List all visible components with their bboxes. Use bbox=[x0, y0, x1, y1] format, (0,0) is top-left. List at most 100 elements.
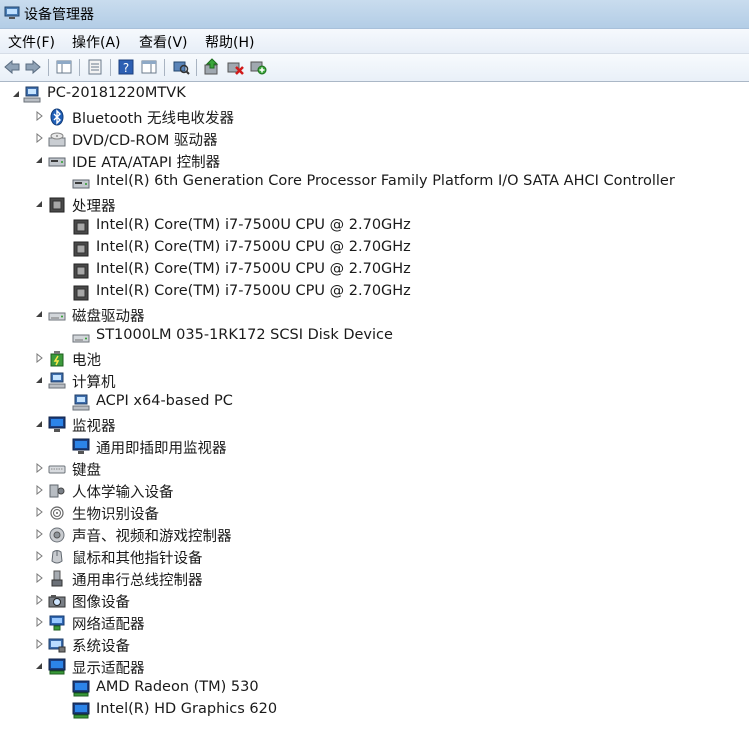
tree-category[interactable]: 计算机 bbox=[0, 370, 740, 392]
toolbar-separator bbox=[196, 59, 197, 76]
device-tree: PC-20181220MTVK Bluetooth 无线电收发器 DVD/CD-RO… bbox=[0, 84, 749, 734]
expanded-triangle-icon[interactable] bbox=[34, 419, 44, 429]
collapsed-triangle-icon[interactable] bbox=[34, 111, 44, 121]
tree-device[interactable]: Intel(R) HD Graphics 620 bbox=[0, 700, 740, 722]
tree-item-label: 计算机 bbox=[72, 375, 116, 391]
collapsed-triangle-icon[interactable] bbox=[34, 639, 44, 649]
collapsed-triangle-icon[interactable] bbox=[34, 507, 44, 517]
tree-category[interactable]: 鼠标和其他指针设备 bbox=[0, 546, 740, 568]
battery-icon bbox=[50, 351, 64, 367]
tree-device[interactable]: AMD Radeon (TM) 530 bbox=[0, 678, 740, 700]
tree-item-label: 显示适配器 bbox=[72, 661, 145, 677]
tree-category[interactable]: 监视器 bbox=[0, 414, 740, 436]
processor-icon bbox=[73, 241, 89, 257]
collapsed-triangle-icon[interactable] bbox=[34, 551, 44, 561]
expanded-triangle-icon[interactable] bbox=[34, 309, 44, 319]
collapsed-triangle-icon[interactable] bbox=[34, 133, 44, 143]
tree-category[interactable]: 网络适配器 bbox=[0, 612, 740, 634]
properties-button[interactable] bbox=[86, 58, 104, 76]
toolbar-separator bbox=[164, 59, 165, 76]
system-device-icon bbox=[48, 638, 66, 653]
expanded-triangle-icon[interactable] bbox=[11, 89, 21, 99]
collapsed-triangle-icon[interactable] bbox=[34, 353, 44, 363]
uninstall-device-button[interactable] bbox=[226, 58, 244, 76]
tree-device[interactable]: ST1000LM 035-1RK172 SCSI Disk Device bbox=[0, 326, 740, 348]
show-hide-console-tree-button[interactable] bbox=[55, 58, 73, 76]
dvd-drive-icon bbox=[48, 132, 66, 147]
monitor-icon bbox=[48, 416, 66, 432]
tree-item-label: 系统设备 bbox=[72, 639, 130, 655]
tree-device[interactable]: Intel(R) Core(TM) i7-7500U CPU @ 2.70GHz bbox=[0, 260, 740, 282]
collapsed-triangle-icon[interactable] bbox=[34, 463, 44, 473]
collapsed-triangle-icon[interactable] bbox=[34, 595, 44, 605]
action-pane-button[interactable] bbox=[140, 58, 158, 76]
tree-item-label: Intel(R) 6th Generation Core Processor F… bbox=[96, 173, 675, 189]
collapsed-triangle-icon[interactable] bbox=[34, 485, 44, 495]
display-adapter-icon bbox=[48, 658, 66, 675]
tree-item-label: 键盘 bbox=[72, 463, 101, 479]
computer-icon bbox=[48, 372, 66, 389]
collapsed-triangle-icon[interactable] bbox=[34, 617, 44, 627]
back-button[interactable] bbox=[3, 58, 21, 76]
tree-category[interactable]: 电池 bbox=[0, 348, 740, 370]
tree-category[interactable]: IDE ATA/ATAPI 控制器 bbox=[0, 150, 740, 172]
tree-device[interactable]: Intel(R) 6th Generation Core Processor F… bbox=[0, 172, 740, 194]
display-adapter-icon bbox=[72, 702, 90, 719]
tree-item-label: Intel(R) Core(TM) i7-7500U CPU @ 2.70GHz bbox=[96, 239, 411, 255]
help-button[interactable]: ? bbox=[117, 58, 135, 76]
tree-category[interactable]: 声音、视频和游戏控制器 bbox=[0, 524, 740, 546]
tree-device[interactable]: Intel(R) Core(TM) i7-7500U CPU @ 2.70GHz bbox=[0, 238, 740, 260]
disk-drive-icon bbox=[72, 334, 90, 343]
tree-category[interactable]: 磁盘驱动器 bbox=[0, 304, 740, 326]
tree-item-label: 人体学输入设备 bbox=[72, 485, 174, 501]
computer-icon bbox=[23, 86, 41, 103]
ide-controller-icon bbox=[72, 179, 90, 189]
tree-item-label: 通用串行总线控制器 bbox=[72, 573, 203, 589]
tree-item-label: 电池 bbox=[72, 353, 101, 369]
expanded-triangle-icon[interactable] bbox=[34, 661, 44, 671]
menu-view[interactable]: 查看(V) bbox=[139, 32, 188, 52]
forward-button[interactable] bbox=[24, 58, 42, 76]
tree-category[interactable]: 通用串行总线控制器 bbox=[0, 568, 740, 590]
tree-device[interactable]: Intel(R) Core(TM) i7-7500U CPU @ 2.70GHz bbox=[0, 216, 740, 238]
expanded-triangle-icon[interactable] bbox=[34, 199, 44, 209]
expanded-triangle-icon[interactable] bbox=[34, 375, 44, 385]
tree-root[interactable]: PC-20181220MTVK bbox=[0, 84, 740, 106]
tree-category[interactable]: 处理器 bbox=[0, 194, 740, 216]
tree-device[interactable]: 通用即插即用监视器 bbox=[0, 436, 740, 458]
device-manager-icon bbox=[4, 6, 20, 19]
tree-category[interactable]: 图像设备 bbox=[0, 590, 740, 612]
tree-category[interactable]: 生物识别设备 bbox=[0, 502, 740, 524]
tree-category[interactable]: 人体学输入设备 bbox=[0, 480, 740, 502]
window-title: 设备管理器 bbox=[24, 7, 94, 23]
menu-file[interactable]: 文件(F) bbox=[8, 32, 55, 52]
tree-item-label: 声音、视频和游戏控制器 bbox=[72, 529, 232, 545]
tree-item-label: PC-20181220MTVK bbox=[47, 85, 186, 101]
tree-category[interactable]: DVD/CD-ROM 驱动器 bbox=[0, 128, 740, 150]
keyboard-icon bbox=[48, 465, 66, 474]
collapsed-triangle-icon[interactable] bbox=[34, 529, 44, 539]
tree-category[interactable]: Bluetooth 无线电收发器 bbox=[0, 106, 740, 128]
tree-category[interactable]: 键盘 bbox=[0, 458, 740, 480]
toolbar-separator bbox=[110, 59, 111, 76]
menu-action[interactable]: 操作(A) bbox=[72, 32, 121, 52]
expanded-triangle-icon[interactable] bbox=[34, 155, 44, 165]
tree-item-label: ACPI x64-based PC bbox=[96, 393, 233, 409]
add-legacy-hardware-button[interactable] bbox=[249, 58, 267, 76]
tree-category[interactable]: 显示适配器 bbox=[0, 656, 740, 678]
tree-item-label: 网络适配器 bbox=[72, 617, 145, 633]
tree-item-label: 生物识别设备 bbox=[72, 507, 159, 523]
update-driver-button[interactable] bbox=[203, 58, 221, 76]
collapsed-triangle-icon[interactable] bbox=[34, 573, 44, 583]
tree-device[interactable]: ACPI x64-based PC bbox=[0, 392, 740, 414]
tree-item-label: IDE ATA/ATAPI 控制器 bbox=[72, 155, 221, 171]
tree-item-label: Intel(R) Core(TM) i7-7500U CPU @ 2.70GHz bbox=[96, 217, 411, 233]
scan-hardware-button[interactable] bbox=[172, 58, 190, 76]
monitor-icon bbox=[72, 438, 90, 454]
tree-category[interactable]: 系统设备 bbox=[0, 634, 740, 656]
tree-device[interactable]: Intel(R) Core(TM) i7-7500U CPU @ 2.70GHz bbox=[0, 282, 740, 304]
title-bar: 设备管理器 bbox=[0, 0, 749, 29]
tree-item-label: Intel(R) HD Graphics 620 bbox=[96, 701, 278, 717]
bluetooth-icon bbox=[50, 108, 64, 126]
menu-help[interactable]: 帮助(H) bbox=[205, 32, 254, 52]
